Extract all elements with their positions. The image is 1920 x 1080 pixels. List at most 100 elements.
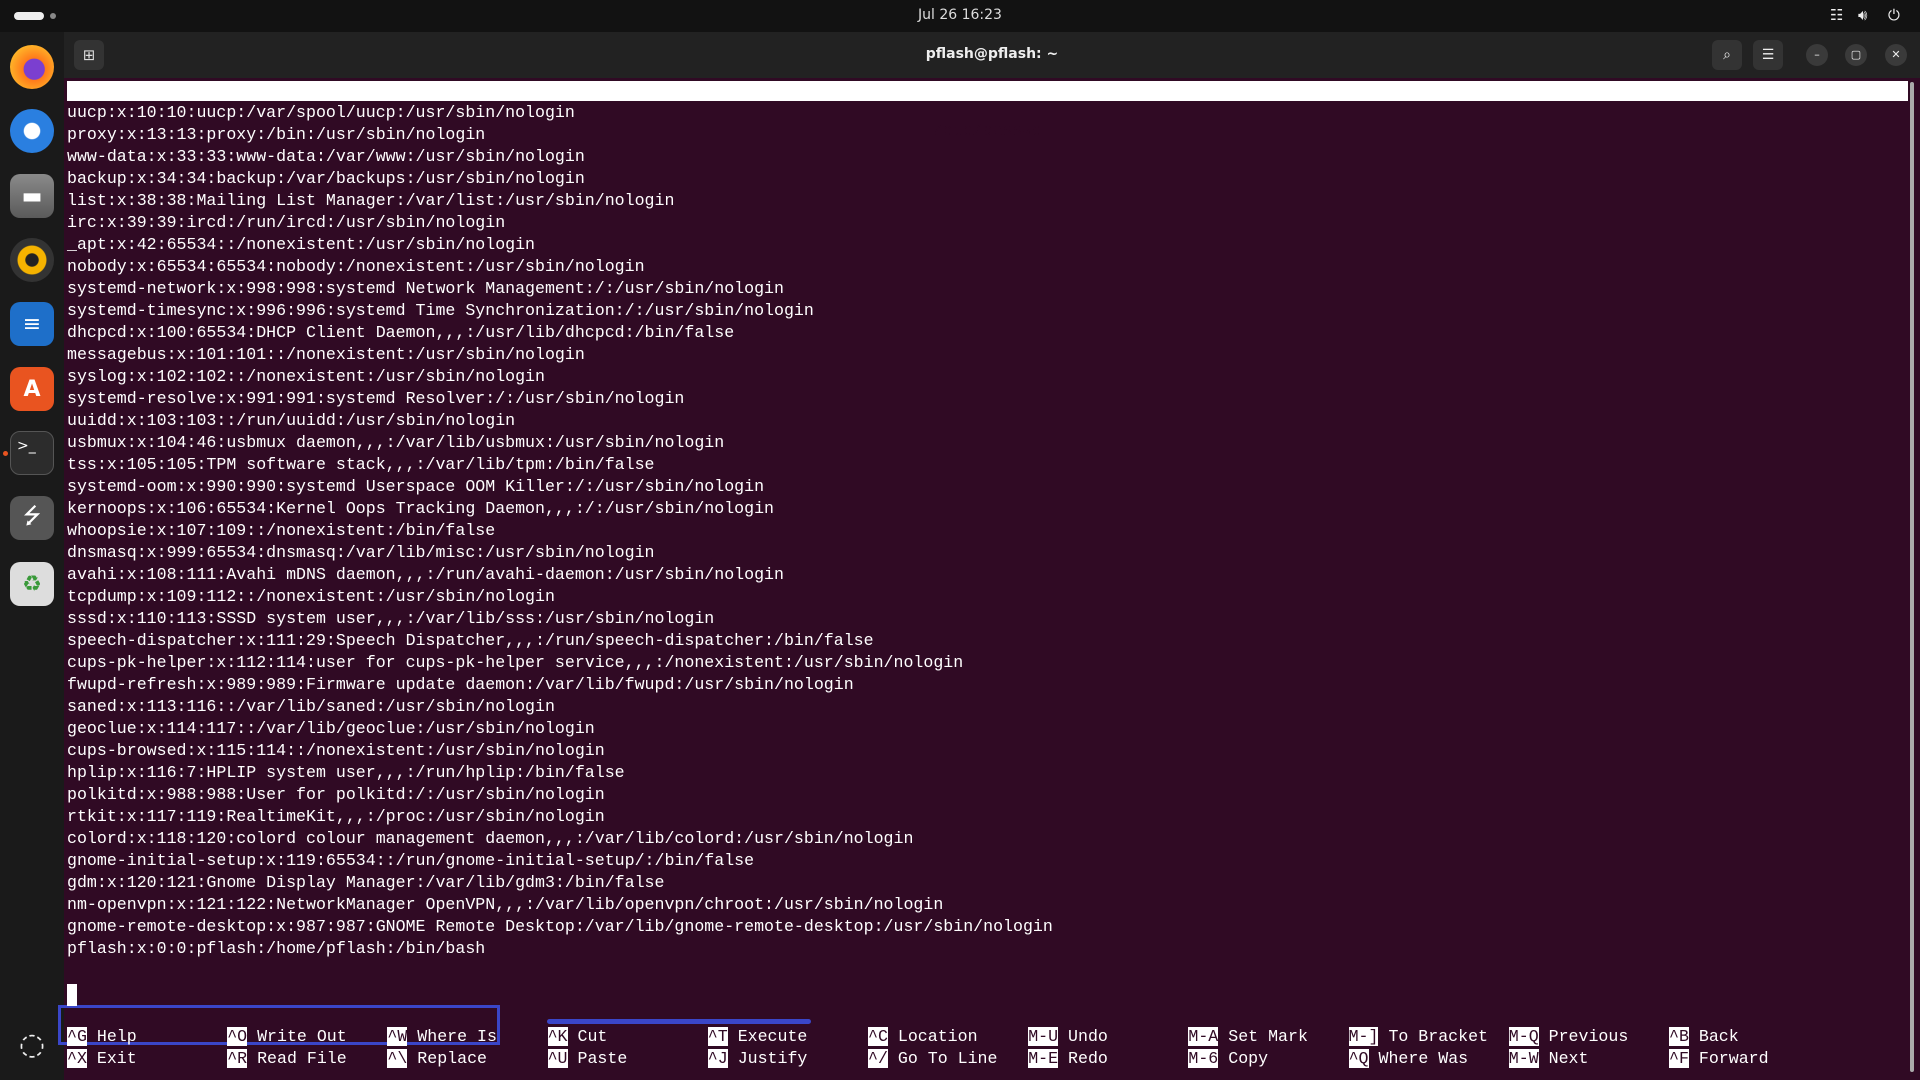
minimize-button[interactable]: – xyxy=(1806,44,1828,66)
file-line[interactable]: dhcpcd:x:100:65534:DHCP Client Daemon,,,… xyxy=(67,322,1053,344)
shortcut-where-was[interactable]: ^Q Where Was xyxy=(1348,1048,1468,1070)
terminal-icon[interactable]: >_ xyxy=(10,431,54,475)
search-button[interactable]: ⌕ xyxy=(1712,40,1742,70)
firefox-icon[interactable] xyxy=(10,45,54,89)
file-line[interactable]: syslog:x:102:102::/nonexistent:/usr/sbin… xyxy=(67,366,1053,388)
shortcut-label: Paste xyxy=(577,1049,628,1068)
file-line[interactable]: _apt:x:42:65534::/nonexistent:/usr/sbin/… xyxy=(67,234,1053,256)
file-line[interactable]: www-data:x:33:33:www-data:/var/www:/usr/… xyxy=(67,146,1053,168)
highlighted-line[interactable]: pflash:x:0:0:pflash:/home/pflash:/bin/ba… xyxy=(67,938,1053,960)
shortcut-label: Where Is xyxy=(417,1027,497,1046)
shortcut-back[interactable]: ^B Back xyxy=(1669,1026,1739,1048)
file-line[interactable]: speech-dispatcher:x:111:29:Speech Dispat… xyxy=(67,630,1053,652)
shortcut-paste[interactable]: ^U Paste xyxy=(547,1048,628,1070)
file-line[interactable]: rtkit:x:117:119:RealtimeKit,,,:/proc:/us… xyxy=(67,806,1053,828)
shortcut-next[interactable]: M-W Next xyxy=(1508,1048,1588,1070)
annotation-underline xyxy=(547,1019,811,1024)
clock[interactable]: Jul 26 16:23 xyxy=(0,7,1920,23)
file-line[interactable]: uuidd:x:103:103::/run/uuidd:/usr/sbin/no… xyxy=(67,410,1053,432)
file-line[interactable]: polkitd:x:988:988:User for polkitd:/:/us… xyxy=(67,784,1053,806)
file-line[interactable]: messagebus:x:101:101::/nonexistent:/usr/… xyxy=(67,344,1053,366)
file-line[interactable]: hplip:x:116:7:HPLIP system user,,,:/run/… xyxy=(67,762,1053,784)
writer-icon[interactable]: ≡ xyxy=(10,302,54,346)
power-icon[interactable]: ⏻ xyxy=(1888,6,1900,24)
shortcut-location[interactable]: ^C Location xyxy=(868,1026,978,1048)
dock: ▬ ≡ A >_ ⭍ ♻ ◌ xyxy=(0,32,64,1080)
shortcut-go-to-line[interactable]: ^/ Go To Line xyxy=(868,1048,997,1070)
show-apps-icon[interactable]: ◌ xyxy=(10,1022,54,1066)
close-button[interactable]: ✕ xyxy=(1885,44,1907,66)
file-line[interactable]: systemd-resolve:x:991:991:systemd Resolv… xyxy=(67,388,1053,410)
file-line[interactable]: nm-openvpn:x:121:122:NetworkManager Open… xyxy=(67,894,1053,916)
shortcut-help[interactable]: ^G Help xyxy=(67,1026,137,1048)
file-line[interactable]: uucp:x:10:10:uucp:/var/spool/uucp:/usr/s… xyxy=(67,102,1053,124)
top-bar: Jul 26 16:23 ☷ 🔊︎ ⏻ xyxy=(0,0,1920,32)
file-line[interactable]: dnsmasq:x:999:65534:dnsmasq:/var/lib/mis… xyxy=(67,542,1053,564)
shortcut-set-mark[interactable]: M-A Set Mark xyxy=(1188,1026,1308,1048)
file-line[interactable]: irc:x:39:39:ircd:/run/ircd:/usr/sbin/nol… xyxy=(67,212,1053,234)
shortcut-label: Location xyxy=(897,1027,978,1046)
volume-icon[interactable]: 🔊︎ xyxy=(1858,6,1867,24)
file-line[interactable]: tss:x:105:105:TPM software stack,,,:/var… xyxy=(67,454,1053,476)
files-icon[interactable]: ▬ xyxy=(10,174,54,218)
shortcut-key: M-U xyxy=(1028,1027,1059,1046)
file-line[interactable]: sssd:x:110:113:SSSD system user,,,:/var/… xyxy=(67,608,1053,630)
file-line[interactable]: systemd-network:x:998:998:systemd Networ… xyxy=(67,278,1053,300)
shortcut-redo[interactable]: M-E Redo xyxy=(1028,1048,1108,1070)
shortcut-read-file[interactable]: ^R Read File xyxy=(227,1048,347,1070)
file-line[interactable]: saned:x:113:116::/var/lib/saned:/usr/sbi… xyxy=(67,696,1053,718)
file-line[interactable]: gdm:x:120:121:Gnome Display Manager:/var… xyxy=(67,872,1053,894)
file-line[interactable]: systemd-oom:x:990:990:systemd Userspace … xyxy=(67,476,1053,498)
shortcut-key: ^/ xyxy=(868,1049,888,1068)
menu-button[interactable]: ☰ xyxy=(1753,40,1783,70)
shortcut-cut[interactable]: ^K Cut xyxy=(547,1026,607,1048)
shortcut-exit[interactable]: ^X Exit xyxy=(67,1048,137,1070)
shortcut-key: M-Q xyxy=(1508,1027,1539,1046)
file-line[interactable]: geoclue:x:114:117::/var/lib/geoclue:/usr… xyxy=(67,718,1053,740)
shortcut-replace[interactable]: ^\ Replace xyxy=(387,1048,487,1070)
file-line[interactable]: whoopsie:x:107:109::/nonexistent:/bin/fa… xyxy=(67,520,1053,542)
window-title: pflash@pflash: ~ xyxy=(925,46,1059,62)
nano-header: GNU nano 7.2 /etc/passwd xyxy=(67,81,1908,140)
file-line[interactable]: cups-pk-helper:x:112:114:user for cups-p… xyxy=(67,652,1053,674)
file-line[interactable]: usbmux:x:104:46:usbmux daemon,,,:/var/li… xyxy=(67,432,1053,454)
file-line[interactable]: cups-browsed:x:115:114::/nonexistent:/us… xyxy=(67,740,1053,762)
shortcut-write-out[interactable]: ^O Write Out xyxy=(227,1026,347,1048)
shortcut-label: Help xyxy=(96,1027,137,1046)
thunderbird-icon[interactable] xyxy=(10,109,54,153)
file-line[interactable]: backup:x:34:34:backup:/var/backups:/usr/… xyxy=(67,168,1053,190)
shortcut-key: M-E xyxy=(1028,1049,1059,1068)
shortcut-to-bracket[interactable]: M-] To Bracket xyxy=(1348,1026,1489,1048)
shortcut-justify[interactable]: ^J Justify xyxy=(707,1048,807,1070)
file-line[interactable]: fwupd-refresh:x:989:989:Firmware update … xyxy=(67,674,1053,696)
shortcut-label: Forward xyxy=(1698,1049,1769,1068)
maximize-button[interactable]: ▢ xyxy=(1845,44,1867,66)
file-line[interactable]: gnome-remote-desktop:x:987:987:GNOME Rem… xyxy=(67,916,1053,938)
file-line[interactable]: avahi:x:108:111:Avahi mDNS daemon,,,:/ru… xyxy=(67,564,1053,586)
shortcut-key: ^C xyxy=(868,1027,888,1046)
shortcut-where-is[interactable]: ^W Where Is xyxy=(387,1026,497,1048)
network-icon[interactable]: ☷ xyxy=(1830,6,1843,24)
editor-buffer[interactable]: uucp:x:10:10:uucp:/var/spool/uucp:/usr/s… xyxy=(58,102,1053,1045)
shortcut-previous[interactable]: M-Q Previous xyxy=(1508,1026,1628,1048)
file-line[interactable]: list:x:38:38:Mailing List Manager:/var/l… xyxy=(67,190,1053,212)
shortcut-forward[interactable]: ^F Forward xyxy=(1669,1048,1769,1070)
file-line[interactable]: gnome-initial-setup:x:119:65534::/run/gn… xyxy=(67,850,1053,872)
trash-icon[interactable]: ♻ xyxy=(10,562,54,606)
scrollbar[interactable] xyxy=(1910,82,1914,1072)
shortcut-execute[interactable]: ^T Execute xyxy=(707,1026,807,1048)
running-indicator xyxy=(3,451,8,456)
file-line[interactable]: colord:x:118:120:colord colour managemen… xyxy=(67,828,1053,850)
file-line[interactable]: systemd-timesync:x:996:996:systemd Time … xyxy=(67,300,1053,322)
app-center-icon[interactable]: A xyxy=(10,367,54,411)
file-line[interactable]: proxy:x:13:13:proxy:/bin:/usr/sbin/nolog… xyxy=(67,124,1053,146)
rhythmbox-icon[interactable] xyxy=(10,238,54,282)
file-line[interactable]: tcpdump:x:109:112::/nonexistent:/usr/sbi… xyxy=(67,586,1053,608)
shortcut-copy[interactable]: M-6 Copy xyxy=(1188,1048,1268,1070)
shortcut-key: ^G xyxy=(67,1027,87,1046)
shortcut-label: To Bracket xyxy=(1388,1027,1489,1046)
shortcut-undo[interactable]: M-U Undo xyxy=(1028,1026,1108,1048)
file-line[interactable]: kernoops:x:106:65534:Kernel Oops Trackin… xyxy=(67,498,1053,520)
file-line[interactable]: nobody:x:65534:65534:nobody:/nonexistent… xyxy=(67,256,1053,278)
usb-drive-icon[interactable]: ⭍ xyxy=(10,496,54,540)
